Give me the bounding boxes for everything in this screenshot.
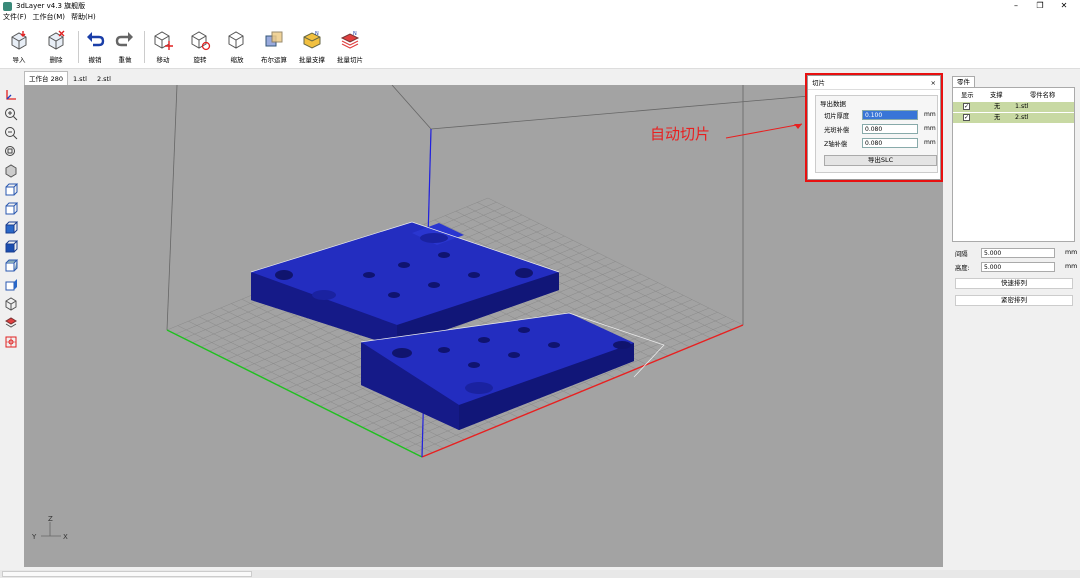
- slice-dialog-header: 切片 ×: [808, 76, 940, 90]
- redo-icon: [115, 32, 133, 47]
- title-bar: 3dLayer v4.3 旗舰版 – ❐ ✕: [0, 0, 1080, 12]
- view-bottom-icon[interactable]: [4, 240, 18, 254]
- status-segment: [2, 571, 252, 577]
- delete-button[interactable]: 删除: [40, 29, 72, 67]
- parts-table: 显示 支撑 零件名称 ✓ 无 1.stl ✓ 无 2.stl: [952, 87, 1075, 242]
- import-button[interactable]: 导入: [3, 29, 35, 67]
- axis-indicator: Z X Y: [31, 515, 68, 541]
- undo-button[interactable]: 撤销: [79, 29, 111, 67]
- toolbar-separator: [144, 31, 145, 63]
- spot-compensation-row: 光斑补偿 mm: [820, 124, 940, 135]
- spot-compensation-input[interactable]: [862, 124, 918, 134]
- tight-arrange-button[interactable]: 紧密排列: [955, 295, 1073, 306]
- quick-arrange-button[interactable]: 快速排列: [955, 278, 1073, 289]
- section-view-icon[interactable]: [4, 316, 18, 330]
- slice-dialog-title: 切片: [812, 79, 825, 87]
- axis-icon[interactable]: [4, 88, 18, 102]
- target-icon[interactable]: [4, 335, 18, 349]
- visible-checkbox[interactable]: ✓: [963, 114, 970, 121]
- view-toolbar: [0, 85, 22, 570]
- tab-part-1[interactable]: 1.stl: [68, 71, 92, 85]
- view-iso-icon[interactable]: [4, 164, 18, 178]
- slice-thickness-input[interactable]: [862, 110, 918, 120]
- batch-support-button[interactable]: N 批量支撑: [296, 29, 328, 67]
- axis-label-z: Z: [48, 515, 53, 523]
- view-left-icon[interactable]: [4, 259, 18, 273]
- rotate-button[interactable]: 旋转: [184, 29, 216, 67]
- batch-slice-icon: N: [340, 31, 360, 49]
- wireframe-icon[interactable]: [4, 297, 18, 311]
- import-icon: [11, 31, 27, 50]
- scale-button[interactable]: 缩放: [221, 29, 253, 67]
- rotate-icon: [191, 31, 211, 51]
- undo-icon: [87, 32, 105, 47]
- zoom-fit-icon[interactable]: [4, 145, 18, 159]
- table-row[interactable]: ✓ 无 2.stl: [953, 113, 1074, 123]
- view-right-icon[interactable]: [4, 278, 18, 292]
- table-header: 显示 支撑 零件名称: [961, 92, 1056, 99]
- menu-bar: 文件(F) 工作台(M) 帮助(H): [0, 12, 1080, 23]
- annotation-auto-slice: 自动切片: [650, 125, 711, 143]
- spacing-row: 间隔 mm: [955, 248, 1077, 259]
- close-dialog-icon[interactable]: ×: [931, 76, 936, 89]
- z-compensation-row: Z轴补偿 mm: [820, 138, 940, 149]
- slice-dialog: 切片 × 导出数据 切片厚度 mm 光斑补偿 mm Z轴补偿 mm 导出SLC: [807, 75, 941, 180]
- view-top-icon[interactable]: [4, 221, 18, 235]
- delete-icon: [48, 30, 65, 50]
- close-window-button[interactable]: ✕: [1048, 0, 1080, 12]
- height-input[interactable]: [981, 262, 1055, 272]
- tab-parts[interactable]: 零件: [952, 76, 975, 87]
- visible-checkbox[interactable]: ✓: [963, 103, 970, 110]
- zoom-in-icon[interactable]: [4, 107, 18, 121]
- scene-render: Z X Y: [31, 85, 936, 541]
- app-logo-icon: [3, 1, 12, 11]
- boolean-icon: [265, 31, 283, 47]
- group-title: 导出数据: [820, 100, 846, 108]
- menu-help[interactable]: 帮助(H): [68, 12, 99, 23]
- svg-text:N: N: [353, 31, 357, 37]
- view-back-icon[interactable]: [4, 202, 18, 216]
- window-title: 3dLayer v4.3 旗舰版: [16, 2, 86, 10]
- height-row: 高度: mm: [955, 262, 1077, 273]
- slice-thickness-row: 切片厚度 mm: [820, 110, 940, 121]
- boolean-button[interactable]: 布尔运算: [258, 29, 290, 67]
- annotation-arrow: [725, 123, 803, 139]
- tab-part-2[interactable]: 2.stl: [92, 71, 116, 85]
- status-bar: [0, 570, 1080, 578]
- parts-panel: 零件 显示 支撑 零件名称 ✓ 无 1.stl ✓ 无 2.stl 间隔 mm …: [949, 73, 1080, 313]
- batch-slice-button[interactable]: N 批量切片: [334, 29, 366, 67]
- move-button[interactable]: 移动: [147, 29, 179, 67]
- export-data-group: 导出数据 切片厚度 mm 光斑补偿 mm Z轴补偿 mm 导出SLC: [815, 95, 938, 173]
- scale-icon: [228, 31, 244, 49]
- batch-support-icon: N: [303, 31, 321, 49]
- view-front-icon[interactable]: [4, 183, 18, 197]
- move-icon: [154, 31, 173, 50]
- spacing-input[interactable]: [981, 248, 1055, 258]
- axis-label-y: Y: [31, 533, 37, 541]
- redo-button[interactable]: 重做: [109, 29, 141, 67]
- menu-file[interactable]: 文件(F): [0, 12, 30, 23]
- z-compensation-input[interactable]: [862, 138, 918, 148]
- export-slc-button[interactable]: 导出SLC: [824, 155, 937, 166]
- axis-label-x: X: [63, 533, 68, 541]
- 3d-viewport[interactable]: Z X Y: [24, 85, 943, 567]
- svg-text:N: N: [315, 31, 319, 37]
- tab-workbench[interactable]: 工作台 280: [24, 71, 68, 85]
- table-row[interactable]: ✓ 无 1.stl: [953, 102, 1074, 112]
- menu-workbench[interactable]: 工作台(M): [30, 12, 69, 23]
- workspace-tabs: 工作台 280 1.stl 2.stl: [24, 71, 116, 85]
- zoom-out-icon[interactable]: [4, 126, 18, 140]
- toolbar: 导入 删除 撤销 重做 移动 旋转 缩放 布尔运算 N 批量支撑 N 批量切片: [0, 23, 1080, 69]
